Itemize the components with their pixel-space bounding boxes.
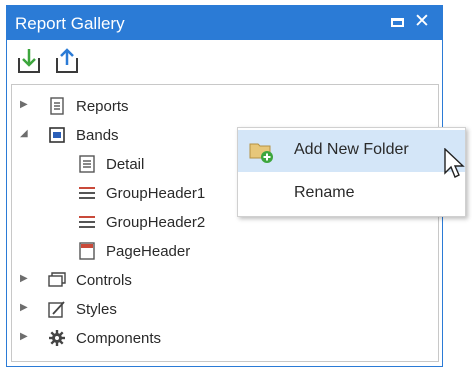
tree-node-label: Detail [106,156,145,173]
tree-node-label: Bands [76,127,119,144]
mouse-cursor-icon [444,148,465,178]
maximize-icon [391,18,404,27]
close-icon: ✕ [414,11,430,32]
components-icon [49,330,65,346]
menu-item-add-new-folder[interactable]: Add New Folder [238,130,465,172]
export-button[interactable] [53,46,83,76]
page-header-icon [79,242,95,260]
bands-icon [49,127,65,143]
tree-node-reports[interactable]: ▶ Reports [12,93,438,119]
context-menu: Add New Folder Rename [237,127,466,217]
tree-node-label: Controls [76,272,132,289]
expand-arrow-icon[interactable]: ▶ [20,302,28,313]
import-button[interactable] [15,46,45,76]
expand-arrow-icon[interactable]: ▶ [20,99,28,110]
close-button[interactable]: ✕ [412,12,432,32]
tree-node-components[interactable]: ▶ Components [12,325,438,351]
group-header-icon [79,187,95,199]
gallery-tree: ▶ Reports ◢ Bands Detail GroupHeader1 Gr… [11,84,439,362]
tree-node-styles[interactable]: ▶ Styles [12,296,438,322]
controls-icon [48,272,66,287]
detail-band-icon [79,155,95,173]
tree-node-label: Styles [76,301,117,318]
tree-node-label: Reports [76,98,129,115]
tree-node-label: PageHeader [106,243,191,260]
group-header-icon [79,216,95,228]
menu-item-rename[interactable]: Rename [238,173,465,215]
title-bar: Report Gallery ✕ [7,6,442,40]
export-icon [56,48,78,73]
expand-arrow-icon[interactable]: ▶ [20,331,28,342]
menu-item-label: Rename [294,184,355,201]
maximize-button[interactable] [388,12,408,32]
window-title: Report Gallery [15,14,125,33]
report-icon [50,97,64,115]
tree-node-label: Components [76,330,162,347]
toolbar [7,42,442,80]
collapse-arrow-icon[interactable]: ◢ [20,128,28,139]
expand-arrow-icon[interactable]: ▶ [20,273,28,284]
styles-icon [48,301,65,318]
tree-node-controls[interactable]: ▶ Controls [12,267,438,293]
add-folder-icon [249,143,273,163]
tree-node-label: GroupHeader1 [106,185,206,202]
tree-node-pageheader[interactable]: PageHeader [12,238,438,264]
tree-node-label: GroupHeader2 [106,214,206,231]
menu-item-label: Add New Folder [294,141,409,158]
import-icon [18,49,40,73]
